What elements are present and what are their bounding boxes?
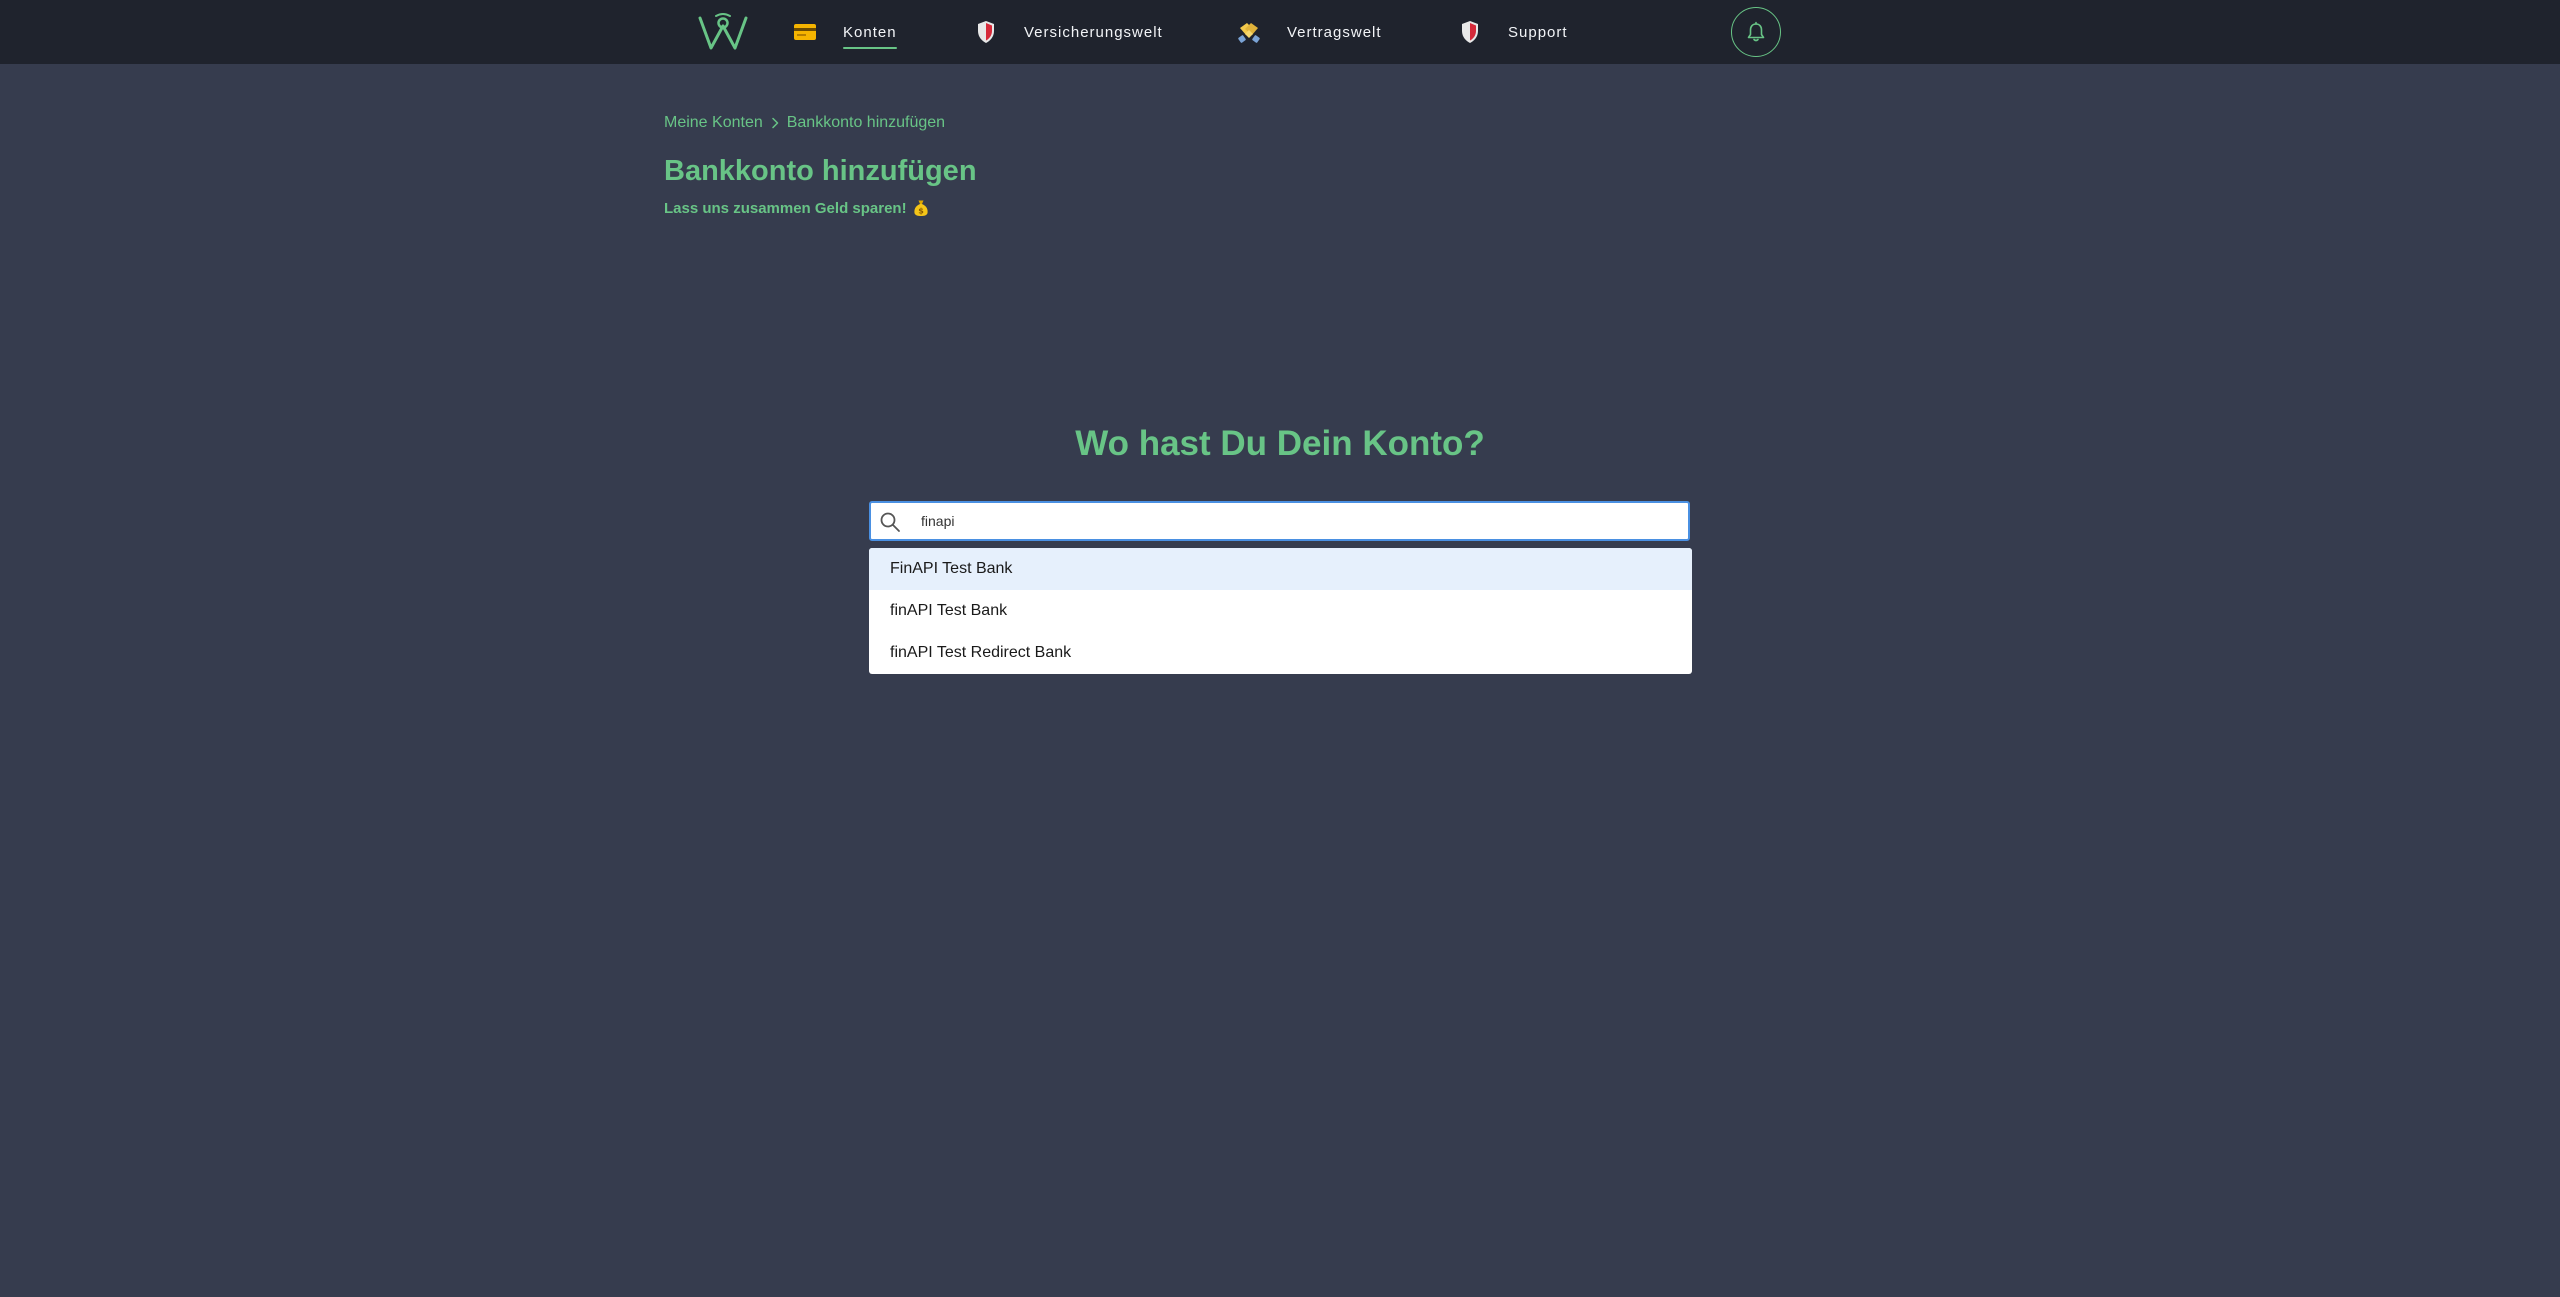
- bank-search-results: FinAPI Test Bank finAPI Test Bank finAPI…: [869, 548, 1692, 674]
- page-subtitle: Lass uns zusammen Geld sparen! $: [664, 199, 929, 217]
- nav-item-versicherungswelt[interactable]: Versicherungswelt: [974, 0, 1163, 64]
- top-navigation: Konten Versicherungswelt Vertragswelt Su…: [0, 0, 2560, 64]
- shield-icon: [974, 20, 998, 44]
- money-bag-icon: $: [913, 199, 929, 217]
- bell-icon: [1747, 21, 1765, 42]
- nav-item-konten[interactable]: Konten: [793, 0, 897, 64]
- shield-icon: [1458, 20, 1482, 44]
- app-logo[interactable]: [697, 12, 749, 52]
- notifications-button[interactable]: [1731, 7, 1781, 57]
- nav-label-vertragswelt: Vertragswelt: [1287, 23, 1382, 41]
- breadcrumb-meine-konten[interactable]: Meine Konten: [664, 114, 763, 132]
- search-result-item[interactable]: finAPI Test Bank: [869, 590, 1692, 632]
- credit-card-icon: [793, 20, 817, 44]
- page-subtitle-text: Lass uns zusammen Geld sparen!: [664, 199, 907, 217]
- nav-item-vertragswelt[interactable]: Vertragswelt: [1237, 0, 1382, 64]
- logo-icon: [698, 13, 748, 50]
- nav-label-versicherungswelt: Versicherungswelt: [1024, 23, 1163, 41]
- search-result-item[interactable]: finAPI Test Redirect Bank: [869, 632, 1692, 674]
- breadcrumb-bankkonto-hinzufuegen[interactable]: Bankkonto hinzufügen: [787, 114, 945, 132]
- handshake-icon: [1237, 20, 1261, 44]
- page-title: Bankkonto hinzufügen: [664, 155, 977, 187]
- chevron-right-icon: [771, 117, 779, 129]
- nav-label-support: Support: [1508, 23, 1568, 41]
- search-icon: [879, 511, 901, 533]
- nav-label-konten: Konten: [843, 23, 897, 49]
- search-result-item[interactable]: FinAPI Test Bank: [869, 548, 1692, 590]
- bank-search-box: [869, 501, 1690, 541]
- svg-text:$: $: [918, 207, 924, 216]
- bank-search-input[interactable]: [919, 503, 1679, 539]
- breadcrumb: Meine Konten Bankkonto hinzufügen: [664, 114, 945, 132]
- nav-item-support[interactable]: Support: [1458, 0, 1568, 64]
- bank-search-heading: Wo hast Du Dein Konto?: [1075, 424, 1485, 463]
